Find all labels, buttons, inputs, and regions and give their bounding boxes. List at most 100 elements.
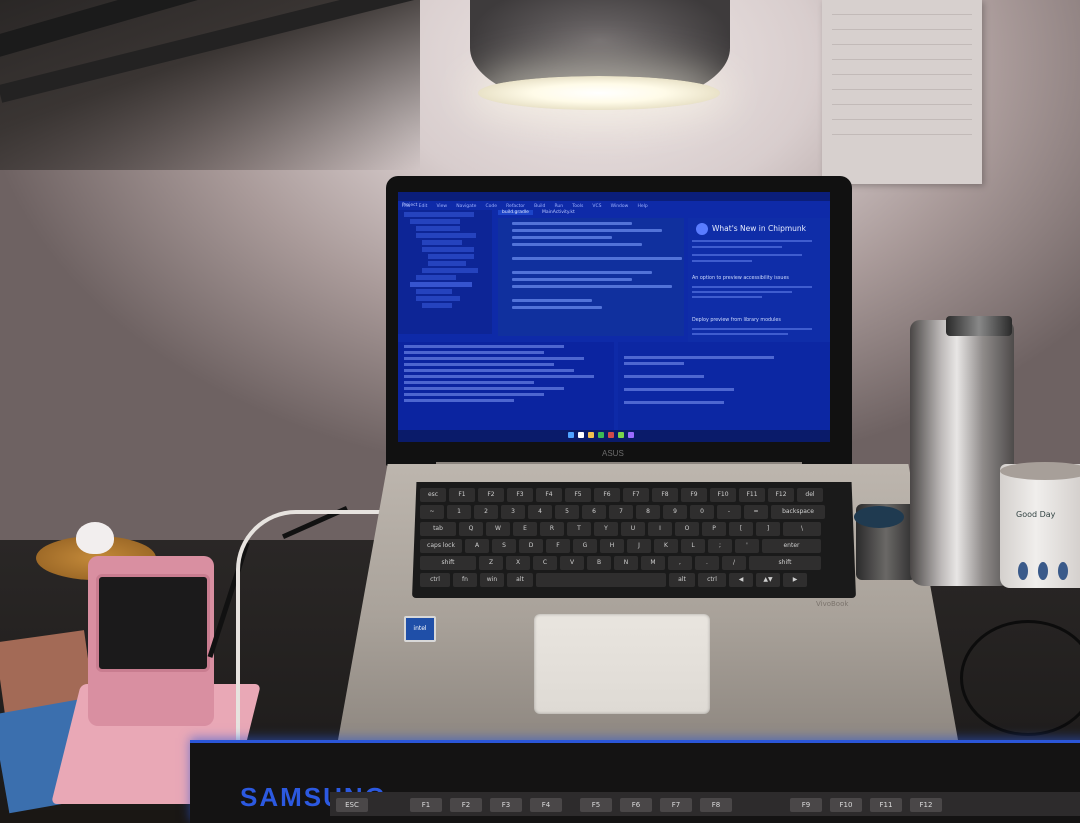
menu-run[interactable]: Run bbox=[555, 204, 564, 209]
key[interactable]: F1 bbox=[449, 488, 475, 502]
key[interactable]: X bbox=[506, 556, 530, 570]
key[interactable]: \ bbox=[783, 522, 821, 536]
key[interactable]: 4 bbox=[528, 505, 552, 519]
key-shift-right[interactable]: shift bbox=[749, 556, 821, 570]
start-icon[interactable] bbox=[568, 432, 574, 438]
key[interactable]: K bbox=[654, 539, 678, 553]
key[interactable]: 9 bbox=[663, 505, 687, 519]
key[interactable]: J bbox=[627, 539, 651, 553]
key[interactable]: , bbox=[668, 556, 692, 570]
key-up-down-arrow[interactable]: ▲▼ bbox=[756, 573, 780, 587]
key-esc[interactable]: esc bbox=[420, 488, 446, 502]
key[interactable]: F6 bbox=[594, 488, 620, 502]
menu-edit[interactable]: Edit bbox=[419, 204, 428, 209]
project-label[interactable]: Project bbox=[402, 203, 417, 208]
menu-tools[interactable]: Tools bbox=[572, 204, 583, 209]
key[interactable]: B bbox=[587, 556, 611, 570]
key[interactable]: . bbox=[695, 556, 719, 570]
menu-code[interactable]: Code bbox=[486, 204, 498, 209]
key[interactable]: F12 bbox=[768, 488, 794, 502]
key-enter[interactable]: enter bbox=[762, 539, 821, 553]
key[interactable]: G bbox=[573, 539, 597, 553]
key[interactable]: / bbox=[722, 556, 746, 570]
key[interactable]: L bbox=[681, 539, 705, 553]
menu-help[interactable]: Help bbox=[637, 204, 647, 209]
code-editor[interactable] bbox=[498, 218, 684, 336]
build-output[interactable] bbox=[398, 342, 614, 434]
key[interactable]: F3 bbox=[507, 488, 533, 502]
key[interactable]: 8 bbox=[636, 505, 660, 519]
key[interactable]: A bbox=[465, 539, 489, 553]
key[interactable]: T bbox=[567, 522, 591, 536]
tab-main-activity[interactable]: MainActivity.kt bbox=[538, 210, 579, 215]
key[interactable]: C bbox=[533, 556, 557, 570]
key[interactable]: H bbox=[600, 539, 624, 553]
key[interactable]: 3 bbox=[501, 505, 525, 519]
key[interactable]: Y bbox=[594, 522, 618, 536]
chrome-icon[interactable] bbox=[598, 432, 604, 438]
menu-window[interactable]: Window bbox=[611, 204, 629, 209]
key[interactable]: ~ bbox=[420, 505, 444, 519]
app-icon-2[interactable] bbox=[628, 432, 634, 438]
android-studio-icon[interactable] bbox=[618, 432, 624, 438]
menu-build[interactable]: Build bbox=[534, 204, 545, 209]
key[interactable]: ; bbox=[708, 539, 732, 553]
key[interactable]: 0 bbox=[690, 505, 714, 519]
key[interactable]: 5 bbox=[555, 505, 579, 519]
key[interactable]: Q bbox=[459, 522, 483, 536]
key[interactable]: 7 bbox=[609, 505, 633, 519]
key[interactable]: F4 bbox=[536, 488, 562, 502]
key[interactable]: F9 bbox=[681, 488, 707, 502]
key[interactable]: O bbox=[675, 522, 699, 536]
key-win[interactable]: win bbox=[480, 573, 504, 587]
key-ctrl[interactable]: ctrl bbox=[420, 573, 450, 587]
project-tree[interactable] bbox=[398, 210, 492, 334]
key[interactable]: F7 bbox=[623, 488, 649, 502]
explorer-icon[interactable] bbox=[588, 432, 594, 438]
key-alt-right[interactable]: alt bbox=[669, 573, 695, 587]
key[interactable]: F2 bbox=[478, 488, 504, 502]
key[interactable]: Z bbox=[479, 556, 503, 570]
key-backspace[interactable]: backspace bbox=[771, 505, 825, 519]
key[interactable]: D bbox=[519, 539, 543, 553]
key[interactable]: ' bbox=[735, 539, 759, 553]
key[interactable]: ] bbox=[756, 522, 780, 536]
logcat-panel[interactable] bbox=[618, 342, 830, 434]
key[interactable]: U bbox=[621, 522, 645, 536]
key[interactable]: M bbox=[641, 556, 665, 570]
tab-build-gradle[interactable]: build.gradle bbox=[498, 210, 533, 215]
key[interactable]: - bbox=[717, 505, 741, 519]
menu-vcs[interactable]: VCS bbox=[592, 204, 601, 209]
key[interactable]: V bbox=[560, 556, 584, 570]
key[interactable]: = bbox=[744, 505, 768, 519]
key-tab[interactable]: tab bbox=[420, 522, 456, 536]
key[interactable]: N bbox=[614, 556, 638, 570]
search-icon[interactable] bbox=[578, 432, 584, 438]
menu-refactor[interactable]: Refactor bbox=[506, 204, 525, 209]
key[interactable]: F8 bbox=[652, 488, 678, 502]
key[interactable]: [ bbox=[729, 522, 753, 536]
key-fn[interactable]: fn bbox=[453, 573, 477, 587]
key[interactable]: R bbox=[540, 522, 564, 536]
app-icon[interactable] bbox=[608, 432, 614, 438]
key-caps[interactable]: caps lock bbox=[420, 539, 462, 553]
key[interactable]: P bbox=[702, 522, 726, 536]
key[interactable]: E bbox=[513, 522, 537, 536]
key-shift-left[interactable]: shift bbox=[420, 556, 476, 570]
menu-navigate[interactable]: Navigate bbox=[456, 204, 476, 209]
key[interactable]: 2 bbox=[474, 505, 498, 519]
touchpad[interactable] bbox=[534, 614, 710, 714]
key-alt[interactable]: alt bbox=[507, 573, 533, 587]
key[interactable]: 6 bbox=[582, 505, 606, 519]
key[interactable]: F5 bbox=[565, 488, 591, 502]
key-del[interactable]: del bbox=[797, 488, 823, 502]
key[interactable]: 1 bbox=[447, 505, 471, 519]
key[interactable]: I bbox=[648, 522, 672, 536]
key[interactable]: W bbox=[486, 522, 510, 536]
key[interactable]: F11 bbox=[739, 488, 765, 502]
key[interactable]: S bbox=[492, 539, 516, 553]
key-right-arrow[interactable]: ▶ bbox=[783, 573, 807, 587]
menu-view[interactable]: View bbox=[436, 204, 447, 209]
key-ctrl-right[interactable]: ctrl bbox=[698, 573, 726, 587]
key[interactable]: F10 bbox=[710, 488, 736, 502]
